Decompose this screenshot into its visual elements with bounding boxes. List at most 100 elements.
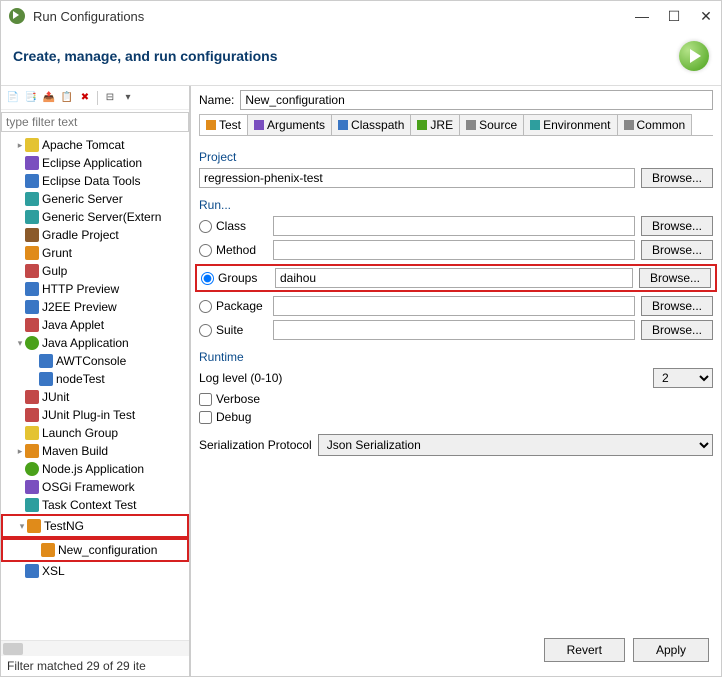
export-icon[interactable]: 📤 [41,90,57,106]
suite-radio-label[interactable]: Suite [199,323,267,337]
tab-label: Test [219,118,241,132]
package-radio[interactable] [199,300,212,313]
method-radio[interactable] [199,244,212,257]
suite-browse-button[interactable]: Browse... [641,320,713,340]
revert-button[interactable]: Revert [544,638,625,662]
tree-item[interactable]: ▾TestNG [3,517,187,535]
package-radio-label[interactable]: Package [199,299,267,313]
suite-radio[interactable] [199,324,212,337]
tree-node-label: Task Context Test [42,497,137,513]
tree-item[interactable]: Generic Server(Extern [1,208,189,226]
tree-item[interactable]: ▾ Java Application [1,334,189,352]
tree-item[interactable]: Launch Group [1,424,189,442]
tree-node-icon [25,564,39,578]
tree-node-label: Java Application [42,335,129,351]
project-input[interactable] [199,168,635,188]
tree-item[interactable]: Node.js Application [1,460,189,478]
collapse-icon[interactable]: ⊟ [102,90,118,106]
tree-item[interactable]: OSGi Framework [1,478,189,496]
method-input[interactable] [273,240,635,260]
scroll-thumb[interactable] [3,643,23,655]
tree-node-label: HTTP Preview [42,281,119,297]
tab-source[interactable]: Source [459,114,524,135]
verbose-checkbox[interactable] [199,393,212,406]
tab-label: Environment [543,118,610,132]
tree-item[interactable]: Task Context Test [1,496,189,514]
tree-item[interactable]: ▸ Maven Build [1,442,189,460]
right-panel: Name: TestArgumentsClasspathJRESourceEnv… [191,86,721,676]
class-browse-button[interactable]: Browse... [641,216,713,236]
tab-jre[interactable]: JRE [410,114,460,135]
package-browse-button[interactable]: Browse... [641,296,713,316]
tab-test[interactable]: Test [199,114,248,135]
package-input[interactable] [273,296,635,316]
tab-environment[interactable]: Environment [523,114,617,135]
tab-arguments[interactable]: Arguments [247,114,332,135]
config-tree[interactable]: ▸Apache TomcatEclipse ApplicationEclipse… [1,134,189,640]
tree-node-icon [25,138,39,152]
groups-browse-button[interactable]: Browse... [639,268,711,288]
class-radio-label[interactable]: Class [199,219,267,233]
tree-item[interactable]: JUnit [1,388,189,406]
tree-item[interactable]: Eclipse Application [1,154,189,172]
tree-item[interactable]: Java Applet [1,316,189,334]
window-titlebar: Run Configurations — ☐ ✕ [1,1,721,31]
tree-node-label: New_configuration [58,542,157,558]
duplicate-icon[interactable]: 📋 [59,90,75,106]
maximize-button[interactable]: ☐ [667,9,681,23]
expand-arrow-icon[interactable]: ▾ [17,518,27,534]
expand-arrow-icon[interactable]: ▾ [15,335,25,351]
groups-input[interactable] [275,268,633,288]
tree-item[interactable]: ▸Apache Tomcat [1,136,189,154]
class-radio[interactable] [199,220,212,233]
minimize-button[interactable]: — [635,9,649,23]
horizontal-scrollbar[interactable] [1,640,189,656]
tree-node-label: Eclipse Data Tools [42,173,141,189]
tree-item[interactable]: HTTP Preview [1,280,189,298]
tab-icon [466,120,476,130]
tree-node-label: J2EE Preview [42,299,117,315]
tree-item[interactable]: Eclipse Data Tools [1,172,189,190]
tree-item[interactable]: Gradle Project [1,226,189,244]
method-radio-label[interactable]: Method [199,243,267,257]
debug-checkbox[interactable] [199,411,212,424]
serialization-select[interactable]: Json Serialization [318,434,713,456]
tree-node-icon [25,246,39,260]
tree-item[interactable]: XSL [1,562,189,580]
tab-common[interactable]: Common [617,114,693,135]
tab-label: Arguments [267,118,325,132]
tree-node-icon [25,444,39,458]
tab-icon [624,120,634,130]
name-input[interactable] [240,90,713,110]
groups-radio[interactable] [201,272,214,285]
tree-item[interactable]: AWTConsole [1,352,189,370]
apply-button[interactable]: Apply [633,638,709,662]
method-browse-button[interactable]: Browse... [641,240,713,260]
suite-input[interactable] [273,320,635,340]
class-input[interactable] [273,216,635,236]
delete-icon[interactable]: ✖ [77,90,93,106]
groups-radio-label[interactable]: Groups [201,271,269,285]
tree-item[interactable]: Grunt [1,244,189,262]
section-run-label: Run... [199,198,713,212]
new-proto-icon[interactable]: 📑 [23,90,39,106]
new-config-icon[interactable]: 📄 [5,90,21,106]
log-level-select[interactable]: 2 [653,368,713,388]
tree-item[interactable]: nodeTest [1,370,189,388]
tree-node-label: Generic Server(Extern [42,209,161,225]
tree-item[interactable]: JUnit Plug-in Test [1,406,189,424]
tree-item[interactable]: Gulp [1,262,189,280]
tree-node-icon [25,318,39,332]
expand-arrow-icon[interactable]: ▸ [15,137,25,153]
filter-input[interactable] [1,112,189,132]
expand-arrow-icon[interactable]: ▸ [15,443,25,459]
tree-item[interactable]: New_configuration [3,541,187,559]
tab-classpath[interactable]: Classpath [331,114,411,135]
tree-item[interactable]: J2EE Preview [1,298,189,316]
project-browse-button[interactable]: Browse... [641,168,713,188]
tab-label: Source [479,118,517,132]
close-button[interactable]: ✕ [699,9,713,23]
filter-icon[interactable]: ▾ [120,90,136,106]
tree-node-label: Maven Build [42,443,108,459]
tree-item[interactable]: Generic Server [1,190,189,208]
